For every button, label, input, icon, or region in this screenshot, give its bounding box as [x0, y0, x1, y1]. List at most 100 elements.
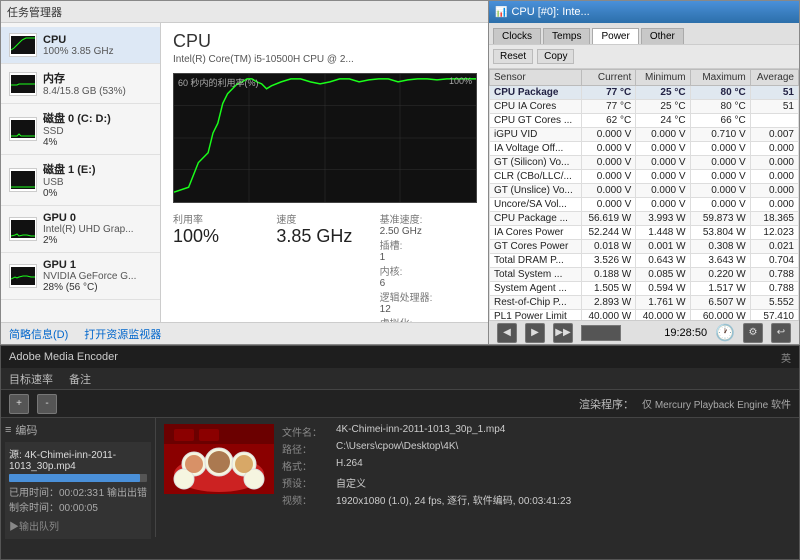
hw-next-button[interactable]: ▶: [525, 323, 545, 343]
hw-toolbar: Reset Copy: [489, 45, 799, 69]
ame-outputs-count: 1 输出出错: [99, 484, 147, 499]
sensor-cur: 62 °C: [581, 114, 635, 128]
ame-titlebar: Adobe Media Encoder 英: [1, 346, 799, 368]
file-value: 4K-Chimei-inn-2011-1013_30p_1.mp4: [336, 424, 505, 439]
sensor-name: CPU GT Cores ...: [490, 114, 582, 128]
tm-titlebar: 任务管理器: [1, 1, 489, 23]
sensor-max: 0.308 W: [690, 240, 750, 254]
table-row: GT (Unslice) Vo... 0.000 V 0.000 V 0.000…: [490, 184, 799, 198]
sidebar-item-memory[interactable]: 内存 8.4/15.8 GB (53%): [1, 64, 160, 104]
sensor-cur: 52.244 W: [581, 226, 635, 240]
ame-menu-item-1[interactable]: 备注: [69, 371, 91, 387]
sensor-max: 0.710 V: [690, 128, 750, 142]
tab-other[interactable]: Other: [641, 28, 684, 44]
sidebar-item-disk1[interactable]: 磁盘 1 (E:) USB 0%: [1, 155, 160, 206]
table-row: GT Cores Power 0.018 W 0.001 W 0.308 W 0…: [490, 240, 799, 254]
chart-time-label: 60 秒内的利用率(%): [178, 76, 259, 89]
hw-titlebar: 📊 CPU [#0]: Inte...: [489, 1, 799, 23]
shortcut-label: 简略信息(D): [9, 326, 68, 342]
table-row: CPU IA Cores 77 °C 25 °C 80 °C 51: [490, 100, 799, 114]
tm-bottombar: 简略信息(D) 打开资源监视器: [1, 322, 489, 344]
sensor-name: CPU Package ...: [490, 212, 582, 226]
ame-render-value: 仅 Mercury Playback Engine 软件: [642, 396, 791, 411]
ame-toolbar: + - 渲染程序： 仅 Mercury Playback Engine 软件: [1, 390, 799, 418]
ame-add-button[interactable]: +: [9, 394, 29, 414]
format-value: H.264: [336, 458, 363, 473]
table-row: Total DRAM P... 3.526 W 0.643 W 3.643 W …: [490, 254, 799, 268]
gpu1-item-sub1: NVIDIA GeForce G...: [43, 271, 136, 282]
hw-tabs: Clocks Temps Power Other: [489, 23, 799, 45]
sensor-cur: 0.000 V: [581, 128, 635, 142]
sensor-name: CPU Package: [490, 86, 582, 100]
gpu0-item-name: GPU 0: [43, 212, 134, 224]
sidebar-item-disk0[interactable]: 磁盘 0 (C: D:) SSD 4%: [1, 104, 160, 155]
hw-bottombar: ◀ ▶ ▶▶ 19:28:50 🕐 ⚙ ↩: [489, 320, 799, 344]
col-sensor: Sensor: [490, 70, 582, 86]
disk1-item-name: 磁盘 1 (E:): [43, 161, 96, 177]
gpu0-item-pct: 2%: [43, 235, 134, 246]
sensor-name: Uncore/SA Vol...: [490, 198, 582, 212]
ame-remove-button[interactable]: -: [37, 394, 57, 414]
ame-thumbnail: [164, 424, 274, 494]
video-value: 1920x1080 (1.0), 24 fps, 逐行, 软件编码, 00:03…: [336, 492, 571, 507]
hw-table-wrap[interactable]: Sensor Current Minimum Maximum Average C…: [489, 69, 799, 344]
table-row: IA Cores Power 52.244 W 1.448 W 53.804 W…: [490, 226, 799, 240]
tab-clocks[interactable]: Clocks: [493, 28, 541, 44]
preset-value: 自定义: [336, 475, 366, 490]
sensor-cur: 1.505 W: [581, 282, 635, 296]
tab-temps[interactable]: Temps: [543, 28, 590, 44]
ame-window: Adobe Media Encoder 英 目标速率 备注 + - 渲染程序： …: [0, 345, 800, 560]
sensor-max: 59.873 W: [690, 212, 750, 226]
ame-left-panel: ≡ 编码 源: 4K-Chimei-inn-2011-1013_30p.mp4 …: [1, 418, 156, 537]
hw-export-button[interactable]: ↩: [771, 323, 791, 343]
gpu0-mini-chart: [9, 217, 37, 241]
hw-prev-button[interactable]: ◀: [497, 323, 517, 343]
ame-menu-item-0[interactable]: 目标速率: [9, 371, 53, 387]
ame-encode-title: ≡ 编码: [5, 422, 151, 438]
path-value: C:\Users\cpow\Desktop\4K\: [336, 441, 458, 456]
sensor-min: 0.000 V: [636, 156, 690, 170]
sensor-name: GT Cores Power: [490, 240, 582, 254]
sensor-min: 25 °C: [636, 86, 690, 100]
hw-reset-button[interactable]: Reset: [493, 49, 533, 64]
sensor-name: GT (Silicon) Vo...: [490, 156, 582, 170]
sensor-avg: 0.007: [750, 128, 798, 142]
ame-encode-section: 源: 4K-Chimei-inn-2011-1013_30p.mp4 已用时间：…: [5, 442, 151, 539]
shortcut-button[interactable]: 简略信息(D): [9, 326, 68, 342]
sensor-name: CPU IA Cores: [490, 100, 582, 114]
sensor-cur: 0.188 W: [581, 268, 635, 282]
sidebar-item-cpu[interactable]: CPU 100% 3.85 GHz: [1, 27, 160, 64]
chart-pct-label: 100%: [449, 76, 472, 86]
table-row: GT (Silicon) Vo... 0.000 V 0.000 V 0.000…: [490, 156, 799, 170]
sensor-max: 0.220 W: [690, 268, 750, 282]
sensor-min: 0.000 V: [636, 170, 690, 184]
open-monitor-button[interactable]: 打开资源监视器: [84, 326, 161, 342]
ame-output-label[interactable]: ▶输出队列: [9, 518, 147, 533]
gpu1-mini-chart: [9, 264, 37, 288]
sensor-name: Total DRAM P...: [490, 254, 582, 268]
sensor-avg: 0.000: [750, 170, 798, 184]
tm-sidebar: CPU 100% 3.85 GHz 内存 8.4/: [1, 23, 161, 344]
sidebar-item-gpu0[interactable]: GPU 0 Intel(R) UHD Grap... 2%: [1, 206, 160, 253]
sensor-min: 0.000 V: [636, 184, 690, 198]
sensor-max: 53.804 W: [690, 226, 750, 240]
sensor-avg: 0.788: [750, 268, 798, 282]
tab-power[interactable]: Power: [592, 28, 638, 44]
cpu-mini-chart: [9, 33, 37, 57]
disk0-mini-chart: [9, 117, 37, 141]
sidebar-item-gpu1[interactable]: GPU 1 NVIDIA GeForce G... 28% (56 °C): [1, 253, 160, 300]
disk0-item-name: 磁盘 0 (C: D:): [43, 110, 111, 126]
hwinfo-window: 📊 CPU [#0]: Inte... Clocks Temps Power O…: [488, 0, 800, 345]
sensor-cur: 3.526 W: [581, 254, 635, 268]
sensor-max: 1.517 W: [690, 282, 750, 296]
video-label: 视频：: [282, 492, 332, 507]
disk0-item-sub2: SSD: [43, 126, 111, 137]
hw-play-button[interactable]: ▶▶: [553, 323, 573, 343]
sensor-min: 0.000 V: [636, 198, 690, 212]
hw-clock-icon: 🕐: [715, 323, 735, 343]
hw-copy-button[interactable]: Copy: [537, 49, 574, 64]
sensor-avg: 0.788: [750, 282, 798, 296]
cpu-chart-svg: [174, 74, 476, 202]
hw-settings-button[interactable]: ⚙: [743, 323, 763, 343]
sensor-min: 0.594 W: [636, 282, 690, 296]
